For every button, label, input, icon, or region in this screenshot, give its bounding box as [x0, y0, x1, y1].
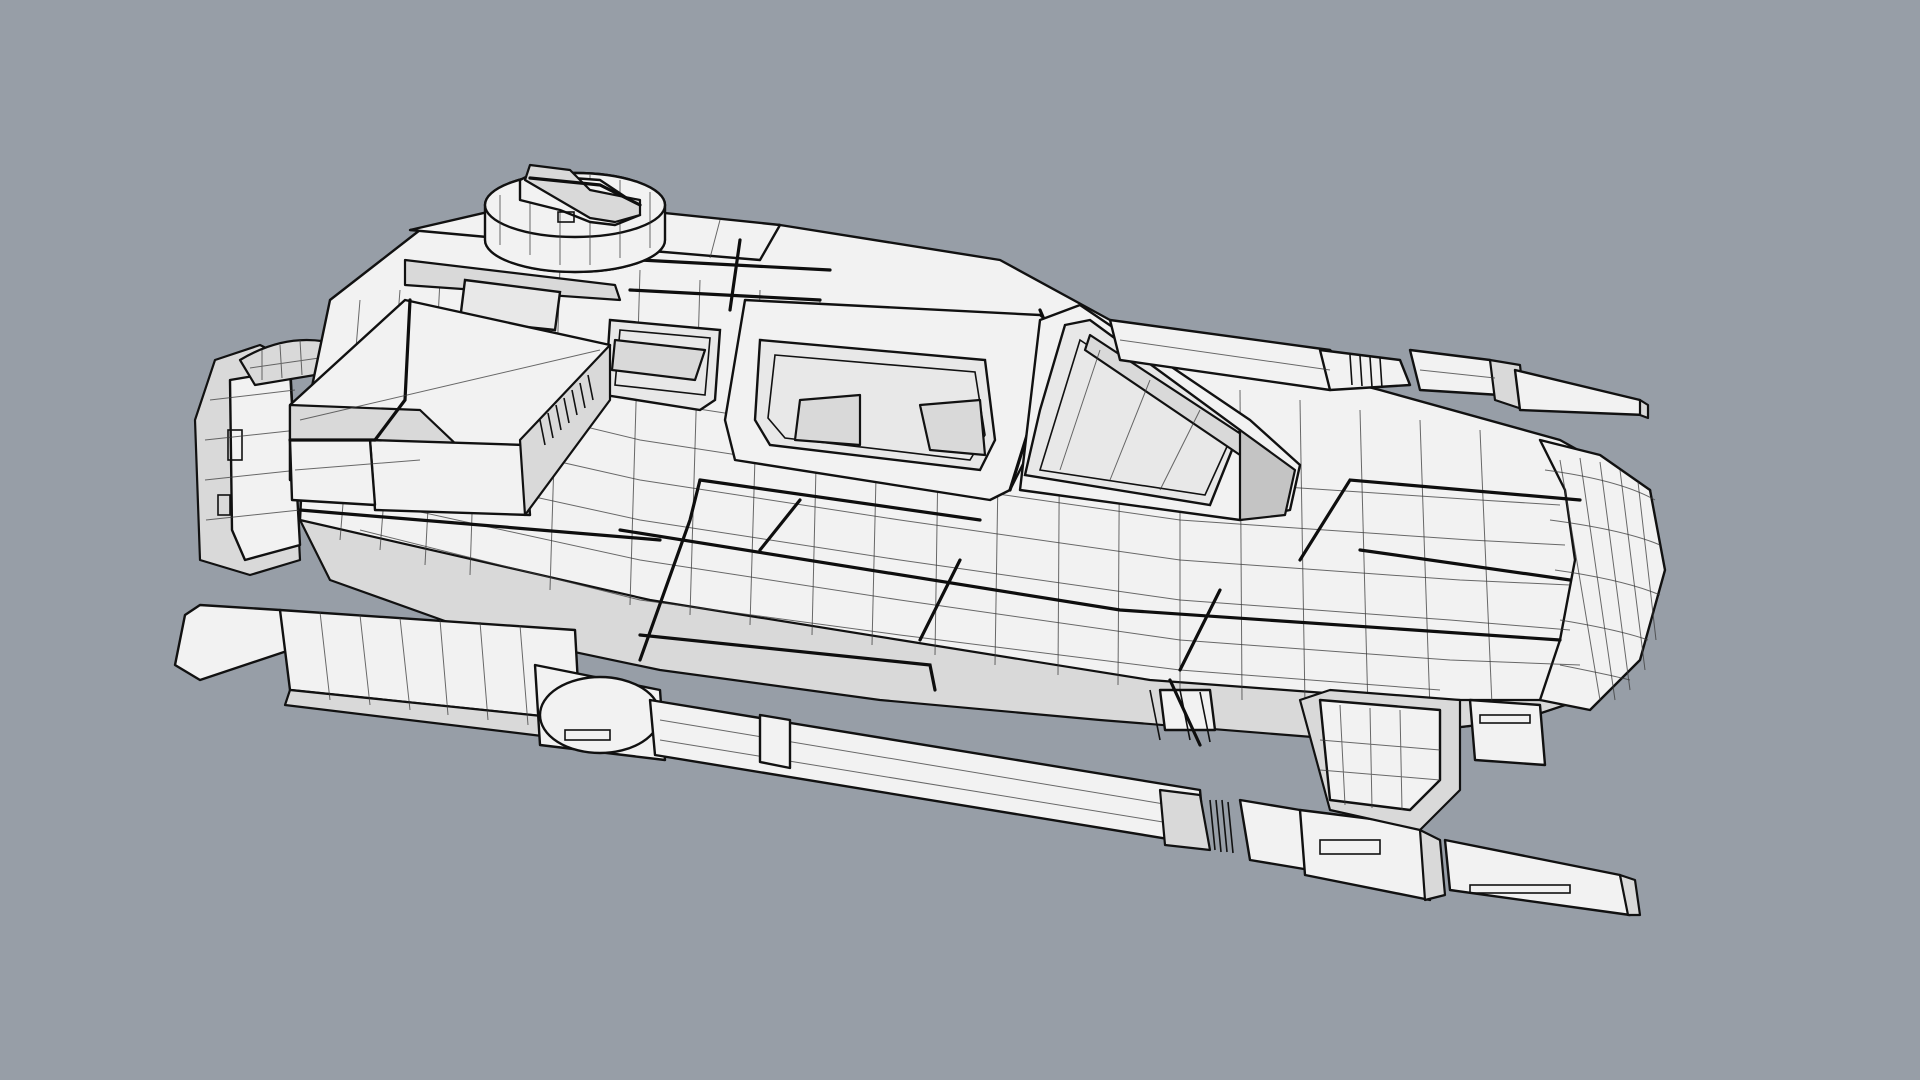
ventral-fin: [1149, 678, 1547, 832]
viewport-3d[interactable]: [0, 0, 1920, 1080]
dorsal-turret: [483, 163, 667, 274]
ship-model[interactable]: [0, 0, 1920, 1080]
